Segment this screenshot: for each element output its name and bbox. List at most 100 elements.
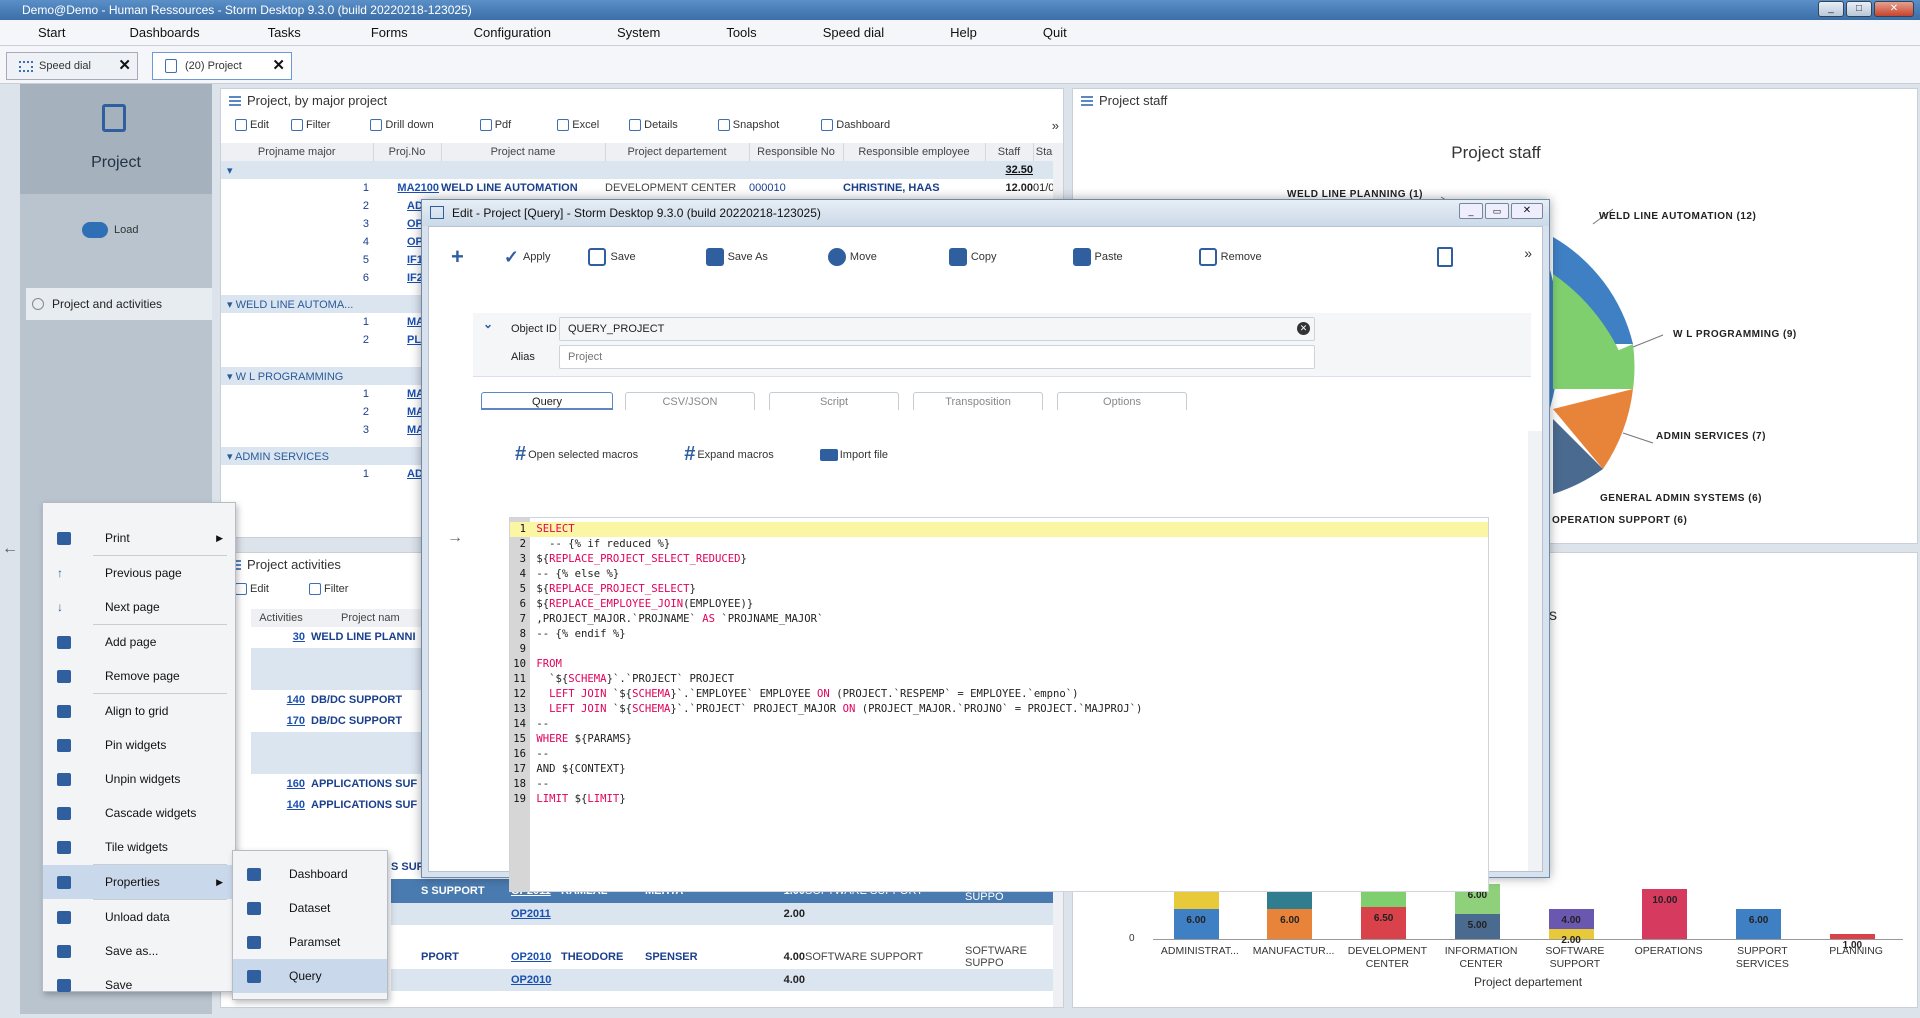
menu-item-add-page[interactable]: Add page [43,625,235,659]
menu-tasks[interactable]: Tasks [268,20,301,46]
code-line[interactable]: 6 ${REPLACE_EMPLOYEE_JOIN(EMPLOYEE)} [510,597,1488,612]
menu-help[interactable]: Help [950,20,977,46]
code-line[interactable]: 7 ,PROJECT_MAJOR.`PROJNAME` AS `PROJNAME… [510,612,1488,627]
code-line[interactable]: 17 AND ${CONTEXT} [510,762,1488,777]
pdf-button[interactable]: Pdf [479,119,511,131]
column-header[interactable]: Proj.No [373,143,442,161]
code-line[interactable]: 15 WHERE ${PARAMS} [510,732,1488,747]
bar-segment[interactable]: 10.00 [1642,889,1688,939]
clear-icon[interactable]: ✕ [1297,322,1310,335]
import-file-button[interactable]: Import file [819,443,888,466]
expand-macros-button[interactable]: # Expand macros [684,443,774,466]
menu-item-previous-page[interactable]: ↑ Previous page [43,556,235,590]
column-header[interactable]: Project name [441,143,606,161]
menu-item-print[interactable]: Print ▶ [43,521,235,555]
code-line[interactable]: 16 -- [510,747,1488,762]
code-line[interactable]: 9 [510,642,1488,657]
code-line[interactable]: 12 LEFT JOIN `${SCHEMA}`.`EMPLOYEE` EMPL… [510,687,1488,702]
menu-item-unload-data[interactable]: Unload data [43,900,235,934]
open-macros-button[interactable]: # Open selected macros [515,443,638,466]
minimize-button[interactable]: _ [1459,203,1483,219]
table-row[interactable]: 1 MA2100 WELD LINE AUTOMATION DEVELOPMEN… [221,179,1055,197]
document-icon[interactable] [1437,247,1453,267]
alias-input[interactable] [559,345,1315,369]
menu-item-cascade-widgets[interactable]: Cascade widgets [43,796,235,830]
tab-transposition[interactable]: Transposition [913,392,1043,410]
load-button[interactable]: Load [82,222,138,238]
object-id-input[interactable]: QUERY_PROJECT [559,317,1315,341]
submenu-item-dataset[interactable]: Dataset [233,891,387,925]
bar-segment[interactable]: 1.00 [1829,934,1875,951]
sql-editor[interactable]: 1 SELECT 2 -- {% if reduced %} 3 ${REPLACE… [509,517,1489,892]
code-line[interactable]: 8 -- {% endif %} [510,627,1488,642]
remove-button[interactable]: Remove [1198,248,1262,266]
bar-segment[interactable]: 6.00 [1736,909,1782,939]
column-header[interactable]: Responsible employee [843,143,986,161]
menu-dashboards[interactable]: Dashboards [129,20,199,46]
tab-query[interactable]: Query [481,392,613,410]
apply-button[interactable]: ✓ Apply [504,247,551,268]
close-dialog-button[interactable]: ✕ [1511,203,1543,219]
submenu-item-query[interactable]: Query [233,959,387,993]
column-header[interactable]: Project nam [311,609,400,627]
close-tab-icon[interactable]: ✕ [272,53,285,79]
tab-script[interactable]: Script [769,392,899,410]
excel-button[interactable]: Excel [557,119,599,131]
more-chevron-icon[interactable]: » [1052,118,1059,133]
menu-quit[interactable]: Quit [1043,20,1067,46]
table-row[interactable]: OP2011 2.00 [391,903,1055,925]
close-tab-icon[interactable]: ✕ [118,53,131,79]
menu-tools[interactable]: Tools [726,20,756,46]
code-line[interactable]: 13 LEFT JOIN `${SCHEMA}`.`PROJECT` PROJE… [510,702,1488,717]
edit-button[interactable]: Edit [235,583,269,595]
column-header[interactable]: Projname major [221,143,374,161]
add-icon[interactable]: + [451,244,464,270]
filter-button[interactable]: Filter [308,583,348,595]
sidebar-item-project-activities[interactable]: Project and activities [26,288,212,320]
save-button[interactable]: Save [588,248,636,266]
details-button[interactable]: Details [629,119,678,131]
code-line[interactable]: 19 LIMIT ${LIMIT} [510,792,1488,807]
copy-button[interactable]: Copy [948,248,997,266]
filter-button[interactable]: Filter [290,119,330,131]
column-header[interactable]: Sta [1033,143,1056,161]
restore-button[interactable]: ▭ [1485,203,1509,219]
menu-speed-dial[interactable]: Speed dial [823,20,884,46]
table-row[interactable]: PPORT OP2010 THEODORE SPENSER 4.00 SOFTW… [391,945,1055,969]
menu-configuration[interactable]: Configuration [474,20,551,46]
menu-item-properties[interactable]: Properties ▶ [43,865,235,899]
move-button[interactable]: Move [827,248,877,266]
save-as-button[interactable]: Save As [705,248,768,266]
menu-forms[interactable]: Forms [371,20,408,46]
menu-system[interactable]: System [617,20,660,46]
menu-start[interactable]: Start [38,20,65,46]
table-row[interactable]: OP2010 4.00 [391,969,1055,991]
submenu-item-dashboard[interactable]: Dashboard [233,857,387,891]
group-row[interactable]: ▾ 32.50 [221,161,1055,179]
tab-speed-dial[interactable]: Speed dial ✕ [6,52,138,80]
column-header[interactable]: Staff [985,143,1034,161]
menu-item-pin-widgets[interactable]: Pin widgets [43,728,235,762]
code-line[interactable]: 3 ${REPLACE_PROJECT_SELECT_REDUCED} [510,552,1488,567]
code-line[interactable]: 4 -- {% else %} [510,567,1488,582]
more-chevron-icon[interactable]: » [1524,245,1532,261]
bar-segment[interactable]: 6.00 [1267,909,1313,939]
menu-item-align-to-grid[interactable]: Align to grid [43,694,235,728]
tab-project[interactable]: (20) Project ✕ [152,52,292,80]
code-line[interactable]: 18 -- [510,777,1488,792]
column-header[interactable]: Project departement [605,143,750,161]
maximize-button[interactable]: □ [1846,1,1872,17]
tab-options[interactable]: Options [1057,392,1187,410]
bar-segment[interactable]: 4.00 [1548,909,1594,929]
dashboard-button[interactable]: Dashboard [821,119,890,131]
menu-item-tile-widgets[interactable]: Tile widgets [43,830,235,864]
column-header[interactable]: Activities [251,609,311,627]
menu-item-save-as[interactable]: Save as... [43,934,235,968]
code-line[interactable]: 11 `${SCHEMA}`.`PROJECT` PROJECT [510,672,1488,687]
menu-item-save[interactable]: Save [43,968,235,1002]
menu-item-unpin-widgets[interactable]: Unpin widgets [43,762,235,796]
bar-segment[interactable]: 5.00 [1454,914,1500,939]
snapshot-button[interactable]: Snapshot [717,119,779,131]
code-line[interactable]: 10 FROM [510,657,1488,672]
menu-item-remove-page[interactable]: Remove page [43,659,235,693]
